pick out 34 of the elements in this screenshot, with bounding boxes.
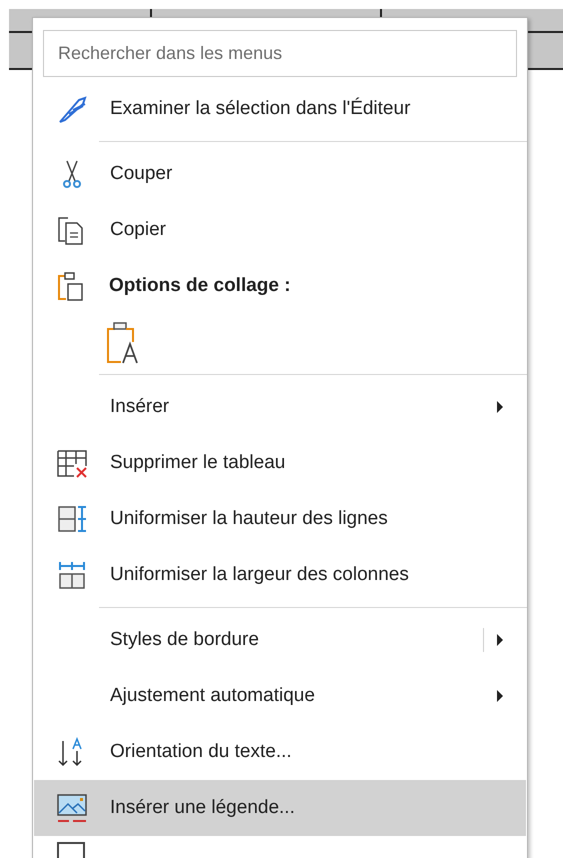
- menu-item-label: Examiner la sélection dans l'Éditeur: [110, 98, 410, 119]
- menu-item[interactable]: Examiner la sélection dans l'Éditeur: [34, 81, 526, 137]
- image-caption-icon: [56, 793, 88, 823]
- menu-item[interactable]: Uniformiser la hauteur des lignes: [34, 491, 526, 547]
- menu-item[interactable]: Copier: [34, 202, 526, 258]
- clipboard-icon: [56, 271, 86, 301]
- menu-item[interactable]: Styles de bordure: [34, 612, 526, 668]
- menu-item[interactable]: Couper: [34, 146, 526, 202]
- search-field[interactable]: Rechercher dans les menus: [43, 30, 517, 77]
- menu-item[interactable]: Insérer: [34, 379, 526, 435]
- menu-item-label: Orientation du texte...: [110, 740, 292, 762]
- submenu-arrow-icon: [496, 400, 504, 414]
- scissors-icon: [60, 159, 84, 189]
- submenu-arrow-icon: [496, 689, 504, 703]
- menu-item-label: Insérer: [110, 396, 170, 417]
- menu-item-label: Copier: [110, 218, 166, 240]
- menu-item[interactable]: Supprimer le tableau: [34, 435, 526, 491]
- menu-item-label: Supprimer le tableau: [110, 452, 286, 473]
- menu-item-label: Options de collage :: [109, 274, 291, 298]
- column-width-icon: [57, 560, 87, 590]
- menu-item[interactable]: Uniformiser la largeur des colonnes: [34, 547, 526, 603]
- row-height-icon: [57, 504, 87, 534]
- menu-item-label: Couper: [110, 162, 172, 184]
- menu-item-label: Styles de bordure: [110, 628, 259, 650]
- menu-item-label: Ajustement automatique: [110, 684, 315, 706]
- menu-item-label: Insérer une légende...: [110, 796, 295, 818]
- menu-item[interactable]: Ajustement automatique: [34, 668, 526, 724]
- menu-item-label: Uniformiser la hauteur des lignes: [110, 508, 388, 529]
- submenu-arrow-icon: [496, 633, 504, 647]
- menu-item[interactable]: Orientation du texte...: [34, 724, 526, 780]
- menu-item-label: Uniformiser la largeur des colonnes: [110, 564, 409, 585]
- table-delete-icon: [56, 448, 88, 478]
- pen-icon: [57, 94, 87, 124]
- menu-item[interactable]: Insérer une légende...: [34, 780, 526, 836]
